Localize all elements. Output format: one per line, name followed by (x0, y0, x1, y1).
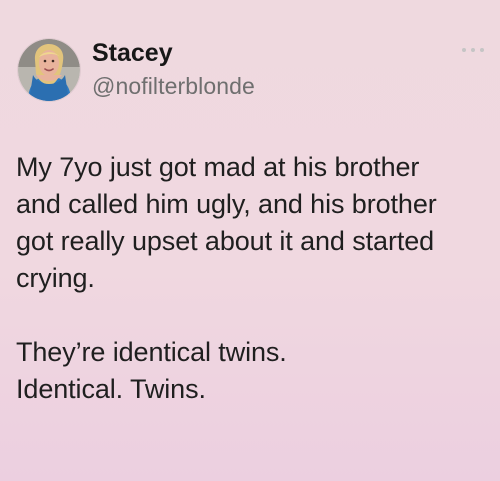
display-name[interactable]: Stacey (92, 39, 352, 67)
tweet-header: Stacey @nofilterblonde (18, 39, 490, 109)
tweet-paragraph-1: My 7yo just got mad at his brother and c… (16, 152, 437, 293)
profile-photo-icon (18, 39, 80, 101)
tweet-paragraph-2: They’re identical twins. Identical. Twin… (16, 337, 287, 404)
author-info: Stacey @nofilterblonde (92, 39, 352, 99)
more-dot-1 (462, 48, 466, 52)
avatar[interactable] (18, 39, 80, 101)
more-options-icon[interactable] (462, 45, 484, 55)
more-dot-3 (480, 48, 484, 52)
more-dot-2 (471, 48, 475, 52)
username-handle[interactable]: @nofilterblonde (92, 73, 352, 99)
tweet-body: My 7yo just got mad at his brother and c… (16, 149, 486, 408)
tweet-card: Stacey @nofilterblonde My 7yo just got m… (0, 0, 500, 481)
